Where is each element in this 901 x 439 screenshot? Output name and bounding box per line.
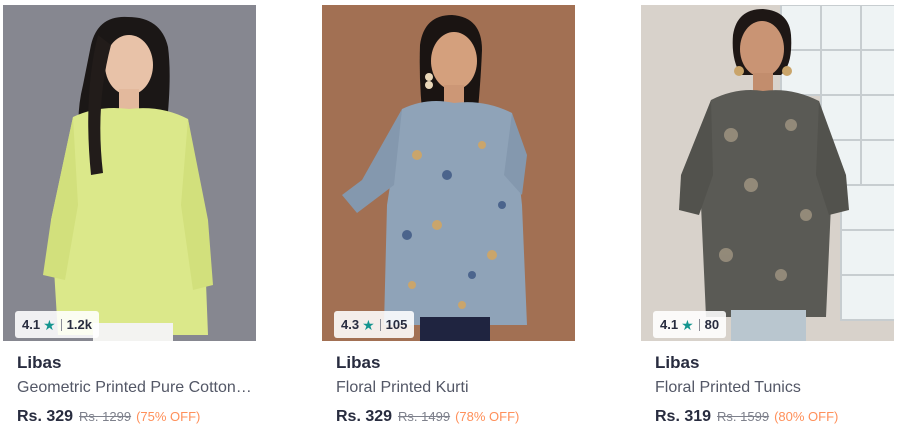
product-image[interactable]: 4.1 ★ 1.2k bbox=[3, 5, 256, 341]
rating-badge: 4.3 ★ 105 bbox=[334, 311, 415, 338]
product-mrp: Rs. 1299 bbox=[79, 409, 132, 424]
price-row: Rs. 319 Rs. 1599 (80% OFF) bbox=[655, 408, 838, 426]
product-discount: (80% OFF) bbox=[774, 409, 839, 424]
product-discount: (78% OFF) bbox=[455, 409, 520, 424]
divider bbox=[379, 318, 381, 331]
star-icon: ★ bbox=[362, 316, 375, 333]
rating-badge: 4.1 ★ 1.2k bbox=[15, 311, 99, 338]
rating-badge: 4.1 ★ 80 bbox=[653, 311, 727, 338]
rating-value: 4.3 bbox=[341, 317, 360, 332]
product-price: Rs. 329 bbox=[336, 408, 393, 425]
rating-count: 1.2k bbox=[66, 317, 92, 332]
product-mrp: Rs. 1499 bbox=[398, 409, 451, 424]
product-brand: Libas bbox=[336, 353, 381, 372]
rating-value: 4.1 bbox=[660, 317, 679, 332]
product-brand: Libas bbox=[655, 353, 700, 372]
divider bbox=[698, 318, 700, 331]
product-image[interactable]: 4.1 ★ 80 bbox=[641, 5, 894, 341]
star-icon: ★ bbox=[43, 316, 56, 333]
product-price: Rs. 329 bbox=[17, 408, 74, 425]
product-title: Floral Printed Kurti bbox=[336, 379, 469, 396]
rating-count: 80 bbox=[704, 317, 720, 332]
product-title: Floral Printed Tunics bbox=[655, 379, 801, 396]
product-brand: Libas bbox=[17, 353, 62, 372]
product-image[interactable]: 4.3 ★ 105 bbox=[322, 5, 575, 341]
product-mrp: Rs. 1599 bbox=[717, 409, 770, 424]
product-discount: (75% OFF) bbox=[136, 409, 201, 424]
divider bbox=[60, 318, 62, 331]
star-icon: ★ bbox=[681, 316, 694, 333]
price-row: Rs. 329 Rs. 1299 (75% OFF) bbox=[17, 408, 200, 426]
product-card[interactable]: 4.3 ★ 105 Libas Floral Printed Kurti Rs.… bbox=[322, 0, 575, 439]
product-title: Geometric Printed Pure Cotton Top bbox=[17, 379, 253, 396]
product-card[interactable]: 4.1 ★ 1.2k Libas Geometric Printed Pure … bbox=[3, 0, 256, 439]
price-row: Rs. 329 Rs. 1499 (78% OFF) bbox=[336, 408, 519, 426]
rating-value: 4.1 bbox=[22, 317, 41, 332]
rating-count: 105 bbox=[385, 317, 408, 332]
product-card[interactable]: 4.1 ★ 80 Libas Floral Printed Tunics Rs.… bbox=[641, 0, 894, 439]
product-price: Rs. 319 bbox=[655, 408, 712, 425]
